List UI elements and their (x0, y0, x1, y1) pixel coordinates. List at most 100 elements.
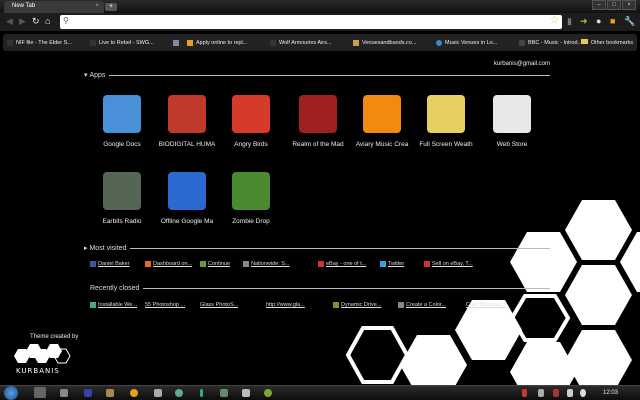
link-item[interactable]: Twitter (380, 261, 424, 267)
link-label: Dynamic Drive... (341, 302, 382, 308)
back-icon[interactable]: ◀ (6, 16, 13, 27)
signal-icon[interactable]: ▮ (567, 16, 572, 27)
reload-icon[interactable]: ↻ (32, 16, 40, 27)
wrench-icon[interactable]: 🔧 (624, 16, 635, 27)
link-item[interactable]: Daniel Baker (90, 261, 145, 267)
extension-badge-icon[interactable]: ■ (610, 16, 615, 26)
link-item[interactable]: Cool Themes |... (466, 302, 526, 308)
tray-icon[interactable] (522, 389, 527, 397)
bookmark-favicon-icon (519, 39, 525, 46)
link-item[interactable]: Nationwide: S... (243, 261, 318, 267)
divider (143, 288, 550, 289)
link-item[interactable]: http://www.gla... (266, 302, 333, 308)
app-tile[interactable]: Full Screen Weath (413, 95, 479, 148)
forward-icon[interactable]: ▶ (19, 16, 26, 27)
bookmark-item[interactable]: Wolf Armouries Airs... (270, 39, 353, 46)
new-tab-button[interactable]: + (105, 3, 117, 11)
bookmark-star-icon[interactable]: ☆ (550, 15, 559, 26)
taskbar-app-icon[interactable] (220, 389, 228, 397)
bookmark-label: Wolf Armouries Airs... (279, 39, 332, 46)
app-icon (103, 95, 141, 133)
favicon-icon (318, 261, 324, 267)
tray-icon[interactable] (553, 389, 559, 397)
wordpress-taskbar-icon[interactable] (175, 389, 183, 397)
app-tile[interactable]: Earbits Radio (89, 172, 155, 225)
bookmark-label: Live to Rebel - SWG... (99, 39, 154, 46)
bookmark-item[interactable]: Apply online to repl... (187, 39, 270, 46)
volume-icon[interactable] (538, 389, 544, 397)
bookmark-favicon-icon (173, 39, 179, 46)
chrome-taskbar-icon[interactable] (34, 387, 46, 398)
folder-taskbar-icon[interactable] (242, 389, 250, 397)
account-email[interactable]: kurbanis@gmail.com (494, 61, 550, 67)
tab-close-icon[interactable]: × (95, 3, 99, 9)
app-label: Zombie Drop (232, 218, 270, 225)
network-icon[interactable] (580, 389, 586, 397)
app-tile[interactable]: Realm of the Mad (285, 95, 351, 148)
app-tile[interactable]: Zombie Drop (218, 172, 284, 225)
home-icon[interactable]: ⌂ (45, 16, 50, 26)
link-label: Nationwide: S... (251, 261, 290, 267)
app-icon (232, 95, 270, 133)
link-label: Installable We... (98, 302, 138, 308)
bookmark-item[interactable]: NIF file - The Elder S... (7, 39, 90, 46)
link-item[interactable]: Continue (200, 261, 243, 267)
flag-icon[interactable] (567, 389, 573, 397)
minimize-button[interactable]: – (592, 0, 606, 10)
link-item[interactable]: Create a Color... (398, 302, 466, 308)
link-label: Twitter (388, 261, 405, 267)
divider (130, 247, 550, 249)
link-item[interactable]: 55 Photoshop ... (145, 302, 200, 308)
taskbar-app-icon[interactable] (84, 389, 92, 397)
app-tile[interactable]: Web Store (479, 95, 545, 148)
taskbar-app-icon[interactable] (264, 389, 272, 397)
tab-new-tab[interactable]: New Tab × (4, 1, 104, 13)
app-icon (168, 95, 206, 133)
extension-arrow-icon[interactable]: ➜ (580, 16, 588, 27)
bookmark-favicon-icon (353, 39, 359, 46)
link-item[interactable]: Sell on eBay, T... (424, 261, 484, 267)
link-label: Sell on eBay, T... (432, 261, 473, 267)
close-window-button[interactable]: × (622, 0, 636, 10)
bookmark-favicon-icon (270, 39, 276, 46)
link-item[interactable]: Installable We... (90, 302, 145, 308)
bookmark-item[interactable]: Music Venues in Lo... (436, 39, 519, 46)
bookmarks-bar: NIF file - The Elder S... Live to Rebel … (3, 34, 637, 51)
link-item[interactable]: Glass PhotoS... (200, 302, 266, 308)
toolbar: ◀ ▶ ↻ ⌂ ⚲ ☆ ▮ ➜ ● ■ 🔧 (0, 13, 640, 31)
link-item[interactable]: eBay - one of t... (318, 261, 380, 267)
start-button[interactable] (4, 386, 18, 400)
app-label: Web Store (496, 141, 528, 148)
taskbar-app-icon[interactable] (200, 389, 203, 397)
recently-closed-heading: Recently closed (90, 285, 140, 292)
bookmark-item[interactable]: Live to Rebel - SWG... (90, 39, 173, 46)
app-tile[interactable]: Aviary Music Crea (349, 95, 415, 148)
bookmark-label: Venuesandbands.co... (362, 39, 417, 46)
other-bookmarks-button[interactable]: Other bookmarks (580, 39, 633, 46)
clock[interactable]: 12:03 (603, 390, 618, 396)
app-tile[interactable]: Offline Google Ma (154, 172, 220, 225)
extension-circle-icon[interactable]: ● (596, 16, 601, 26)
link-item[interactable]: Dashboard on... (145, 261, 200, 267)
link-label: Continue (208, 261, 231, 267)
svg-text:KURBANIS: KURBANIS (16, 367, 60, 375)
bookmark-item[interactable] (173, 39, 187, 46)
favicon-icon (380, 261, 386, 267)
app-icon (168, 172, 206, 210)
app-tile[interactable]: BIODIGITAL HUMA (154, 95, 220, 148)
bookmark-item[interactable]: Venuesandbands.co... (353, 39, 436, 46)
taskbar-app-icon[interactable] (154, 389, 162, 397)
favicon-icon (333, 302, 339, 308)
app-tile[interactable]: Angry Birds (218, 95, 284, 148)
taskbar-app-icon[interactable] (130, 389, 138, 397)
link-item[interactable]: Dynamic Drive... (333, 302, 398, 308)
most-visited-header[interactable]: ▸ Most visited (84, 244, 550, 252)
app-tile[interactable]: Google Docs (89, 95, 155, 148)
maximize-button[interactable]: □ (607, 0, 621, 10)
bookmark-favicon-icon (436, 39, 442, 46)
taskbar-app-icon[interactable] (106, 389, 114, 397)
taskbar-app-icon[interactable] (60, 389, 68, 397)
apps-section-header[interactable]: ▾ Apps (84, 71, 550, 79)
address-bar[interactable]: ⚲ ☆ (60, 15, 562, 29)
app-icon (299, 95, 337, 133)
